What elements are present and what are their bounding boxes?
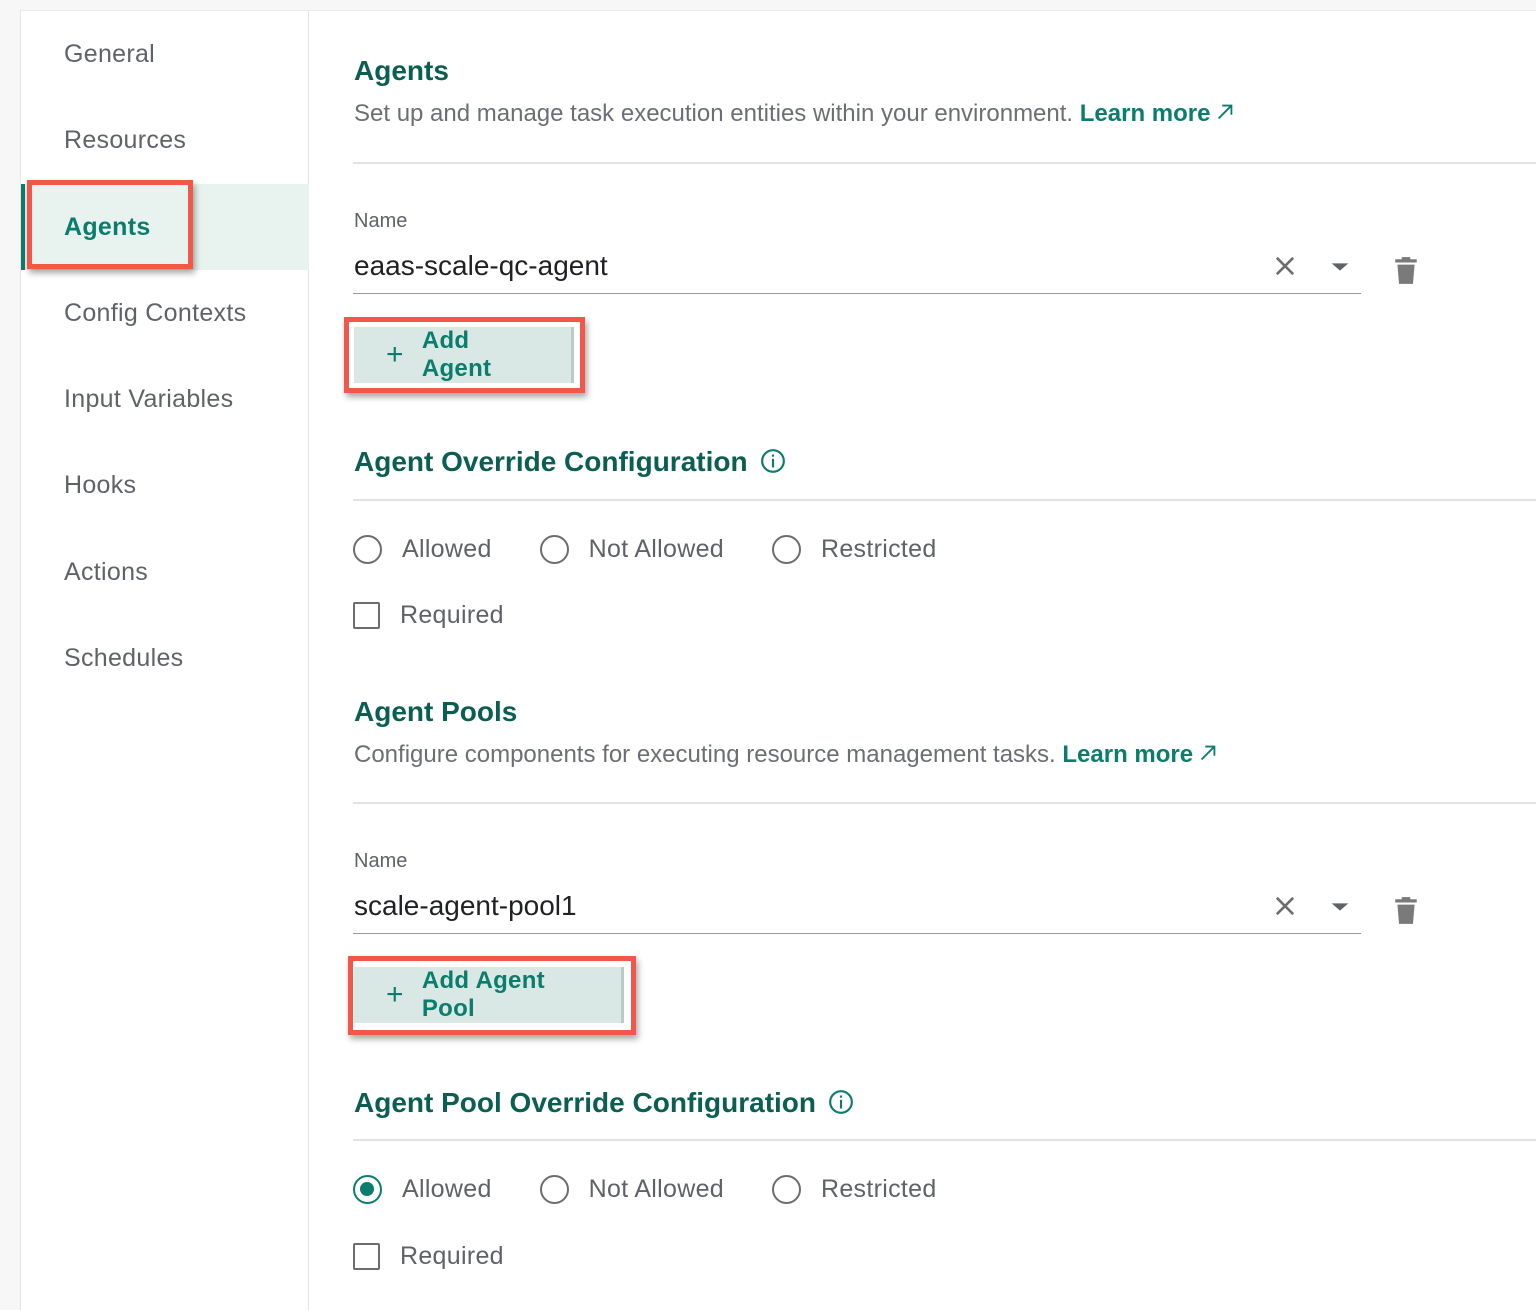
agent-pool-name-select[interactable] [353,882,1361,934]
checkbox-box[interactable] [353,1243,380,1270]
agent-pool-override-title: Agent Pool Override Configuration [354,1087,854,1119]
agents-learn-more-link[interactable]: Learn more [1080,100,1237,127]
radio-label: Not Allowed [588,534,724,563]
agent-pool-override-required-checkbox[interactable]: Required [353,1242,504,1271]
radio-circle[interactable] [353,1174,382,1204]
sidebar-item-resources[interactable]: Resources [21,97,309,183]
clear-icon[interactable] [1271,892,1299,920]
sidebar-item-label: Hooks [64,470,137,499]
sidebar-item-actions[interactable]: Actions [21,529,309,615]
radio-label: Allowed [402,534,492,563]
add-agent-button[interactable]: + Add Agent [354,327,574,383]
agents-divider [353,162,1536,164]
radio-label: Restricted [820,1174,937,1203]
radio-circle[interactable] [539,1174,569,1204]
sidebar-item-label: Schedules [64,643,184,672]
agents-title: Agents [354,55,449,86]
agent-override-title: Agent Override Configuration [354,446,786,478]
sidebar: General Resources Agents Config Contexts… [21,11,309,1310]
agent-pool-override-divider [353,1139,1536,1141]
checkbox-label: Required [400,1242,504,1270]
plus-icon: + [386,338,404,371]
agent-name-input[interactable] [354,250,1234,282]
agent-name-label: Name [354,210,408,232]
radio-circle[interactable] [771,1174,801,1204]
agent-pool-name-input[interactable] [354,890,1234,922]
agent-override-title-text: Agent Override Configuration [354,446,748,477]
sidebar-item-hooks[interactable]: Hooks [21,442,309,528]
sidebar-item-schedules[interactable]: Schedules [21,615,309,701]
plus-icon: + [386,978,404,1011]
radio-circle[interactable] [539,534,569,564]
sidebar-item-label: Input Variables [64,384,234,413]
checkbox-label: Required [400,601,504,629]
checkbox-box[interactable] [353,602,380,629]
trash-icon[interactable] [1393,895,1419,925]
add-agent-pool-label: Add Agent Pool [421,967,545,1022]
learn-more-label: Learn more [1062,741,1194,768]
agent-override-restricted-radio[interactable]: Restricted [771,534,937,564]
sidebar-item-config-contexts[interactable]: Config Contexts [21,270,309,356]
sidebar-item-label: General [64,39,156,68]
sidebar-item-label: Agents [64,212,151,241]
agent-pools-description-text: Configure components for executing resou… [354,741,1056,768]
agents-description: Set up and manage task execution entitie… [354,100,1236,128]
chevron-down-icon[interactable] [1329,256,1351,278]
chevron-down-icon[interactable] [1329,896,1351,918]
agent-pools-title: Agent Pools [354,696,518,727]
sidebar-item-general[interactable]: General [21,11,309,97]
radio-circle[interactable] [353,534,382,564]
clear-icon[interactable] [1271,252,1299,280]
left-background [0,0,20,1310]
agent-override-allowed-radio[interactable]: Allowed [353,534,492,564]
agent-override-radio-group: Allowed Not Allowed Restricted [353,529,985,569]
add-agent-label: Add Agent [421,327,492,382]
sidebar-item-agents[interactable]: Agents [21,184,309,270]
agent-override-required-checkbox[interactable]: Required [353,601,504,630]
agent-pool-override-radio-group: Allowed Not Allowed Restricted [353,1169,985,1209]
external-link-icon [1201,745,1216,761]
radio-label: Allowed [402,1174,492,1203]
agent-name-select[interactable] [353,242,1361,294]
agent-pool-name-label: Name [354,850,408,872]
learn-more-label: Learn more [1079,100,1211,127]
agent-pools-description: Configure components for executing resou… [354,741,1219,769]
external-link-icon [1218,104,1233,120]
sidebar-item-label: Resources [64,125,187,154]
agent-pools-divider [353,802,1536,804]
radio-label: Restricted [820,534,937,563]
sidebar-item-label: Actions [64,557,149,586]
agent-pool-override-title-text: Agent Pool Override Configuration [354,1087,817,1118]
agent-pool-override-not-allowed-radio[interactable]: Not Allowed [539,1174,724,1204]
radio-circle[interactable] [771,534,801,564]
agent-pool-override-allowed-radio[interactable]: Allowed [353,1174,492,1204]
info-icon[interactable] [760,448,786,474]
add-agent-pool-button[interactable]: + Add Agent Pool [354,967,624,1023]
agent-pools-learn-more-link[interactable]: Learn more [1062,741,1219,768]
agent-pool-override-restricted-radio[interactable]: Restricted [771,1174,937,1204]
agents-description-text: Set up and manage task execution entitie… [354,100,1074,127]
info-icon[interactable] [828,1089,854,1115]
radio-label: Not Allowed [588,1174,724,1203]
sidebar-item-input-variables[interactable]: Input Variables [21,356,309,442]
trash-icon[interactable] [1393,255,1419,285]
top-background [0,0,1536,10]
agent-override-divider [353,499,1536,501]
sidebar-item-label: Config Contexts [64,298,247,327]
agent-override-not-allowed-radio[interactable]: Not Allowed [539,534,724,564]
main-content: Agents Set up and manage task execution … [310,11,1536,1310]
